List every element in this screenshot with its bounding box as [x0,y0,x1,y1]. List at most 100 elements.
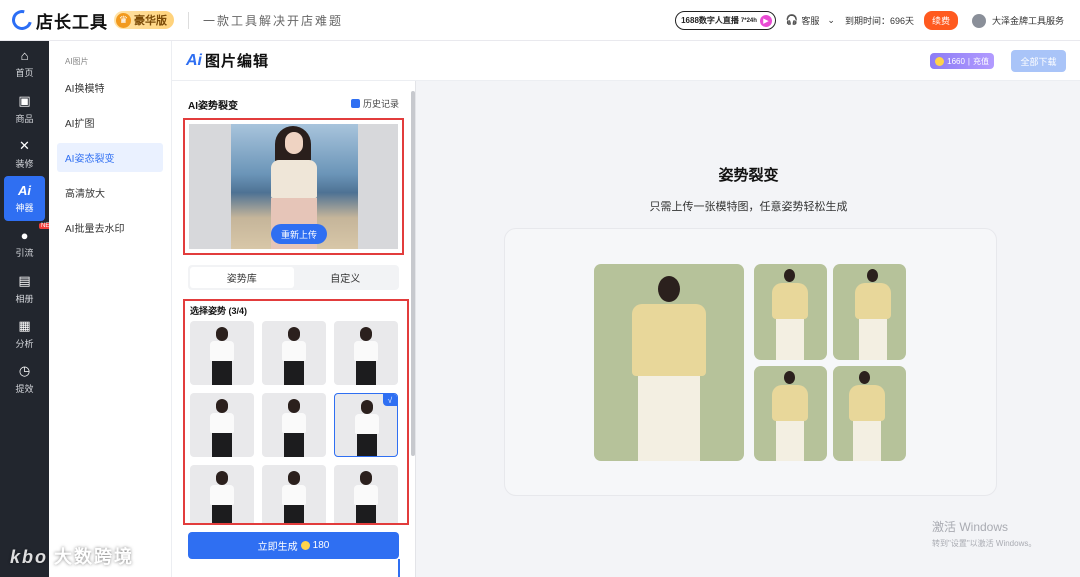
submenu-item-expand[interactable]: AI扩图 [57,108,163,137]
upload-area[interactable]: 重新上传 [183,118,404,255]
pose-thumbnail[interactable] [190,465,254,523]
nav-analysis[interactable]: ▦ 分析 [0,311,49,356]
home-icon: ⌂ [20,48,29,63]
example-image-pose-2 [833,264,906,360]
generate-button[interactable]: 立即生成 180 [188,532,399,559]
clock-icon: ◷ [18,362,31,378]
nav-efficiency[interactable]: ◷ 提效 [0,356,49,401]
recharge-link[interactable]: 充值 [973,56,989,67]
panel-edge-line [398,559,400,577]
avatar[interactable] [971,13,986,28]
pose-legs [356,361,376,385]
ai-icon: Ai [18,183,31,198]
nav-label: 分析 [15,338,34,349]
pose-head [288,471,300,485]
pose-body [282,341,306,361]
check-icon: √ [383,394,397,406]
pose-tabs: 姿势库 自定义 [188,265,399,290]
page-title-bar: Ai 图片编辑 1660 | 充值 全部下载 [172,41,1080,81]
pose-thumbnail[interactable] [262,465,326,523]
chevron-down-icon: ⌄ [827,15,835,25]
pose-thumbnail[interactable] [190,393,254,457]
windows-activation-watermark: 激活 Windows 转到"设置"以激活 Windows。 [932,518,1036,549]
reupload-button[interactable]: 重新上传 [271,224,327,244]
example-head [784,371,795,384]
nav-label: 提效 [15,383,34,394]
example-image-pose-3 [754,366,827,461]
example-image-pose-4 [833,366,906,461]
top-header: 店长工具 ♛ 豪华版 一款工具解决开店难题 1688数字人直播 7*24h ▶ … [0,0,1080,41]
nav-label: 装修 [15,158,34,169]
submenu-item-watermark[interactable]: AI批量去水印 [57,213,163,242]
play-icon: ▶ [759,14,772,27]
expiry-text: 到期时间：696天 [844,16,914,26]
vip-label: 豪华版 [134,15,167,27]
history-link[interactable]: 历史记录 [350,97,399,110]
example-top [849,385,885,421]
ai-logo-icon: Ai [186,51,202,69]
pose-thumbnail[interactable] [334,321,398,385]
uploaded-image-frame: 重新上传 [189,124,398,249]
pose-head [216,327,228,341]
goods-icon: ▣ [18,92,31,108]
nav-goods[interactable]: ▣ 商品 [0,86,49,131]
pose-selection-title: 选择姿势 (3/4) [190,306,248,316]
preview-title: 姿势裂变 [718,167,779,184]
example-image-pose-1 [754,264,827,360]
pose-thumbnail-selected[interactable]: √ [334,393,398,457]
submenu-group-title: AI图片 [65,57,89,66]
pose-selection-area: 选择姿势 (3/4) √ [183,299,409,525]
pose-body [282,485,306,505]
pose-thumbnail[interactable] [262,321,326,385]
example-skirt [853,421,881,461]
live-stream-button[interactable]: 1688数字人直播 7*24h ▶ [675,11,776,30]
nav-label: 相册 [15,293,34,304]
pose-body [210,413,234,433]
vip-badge: ♛ 豪华版 [114,11,174,29]
pose-thumbnail[interactable] [334,465,398,523]
example-head [658,276,680,302]
nav-ai-tools[interactable]: Ai 神器 [4,176,45,221]
logo[interactable]: 店长工具 ♛ 豪华版 [8,6,174,34]
preview-subtitle: 只需上传一张模特图，任意姿势轻松生成 [649,201,848,213]
account-name[interactable]: 大泽金牌工具服务 [992,14,1064,27]
submenu-item-change-model[interactable]: AI换模特 [57,73,163,102]
logo-icon [8,6,36,34]
tab-pose-library[interactable]: 姿势库 [190,267,294,288]
example-head [867,269,878,282]
live-label: 1688数字人直播 [681,16,739,25]
example-head [859,371,870,384]
brand-text: 大数跨境 [54,547,135,567]
submenu-item-pose[interactable]: AI姿态裂变 [57,143,163,172]
pose-thumbnail[interactable] [190,321,254,385]
service-label: 客服 [801,16,820,26]
nav-label: 引流 [15,248,34,258]
example-top [772,283,808,319]
pose-legs [284,361,304,385]
settings-panel: AI姿势裂变 历史记录 重新上传 姿势库 自定义 选择姿势 (3/4) √ 立即… [172,81,415,577]
generate-label: 立即生成 [257,542,298,553]
pose-body [354,341,378,361]
credit-balance[interactable]: 1660 | 充值 [930,53,994,69]
pose-body [282,413,306,433]
nav-album[interactable]: ▤ 相册 [0,266,49,311]
separator: | [967,56,970,66]
submenu-item-upscale[interactable]: 高清放大 [57,178,163,207]
tab-custom[interactable]: 自定义 [294,267,398,288]
album-icon: ▤ [18,272,31,288]
pose-thumbnail[interactable] [262,393,326,457]
analysis-icon: ▦ [18,317,31,333]
example-skirt [776,319,804,360]
photo-face [285,132,303,154]
nav-decorate[interactable]: ✕ 装修 [0,131,49,176]
pose-legs [357,434,377,456]
crown-icon: ♛ [116,12,131,28]
customer-service-link[interactable]: 🎧 客服 ⌄ [786,14,835,27]
download-all-button[interactable]: 全部下载 [1011,50,1066,72]
nav-traffic[interactable]: ● 引流 NEW [0,221,57,266]
nav-home[interactable]: ⌂ 首页 [0,41,49,86]
slogan: 一款工具解决开店难题 [188,11,343,29]
example-head [784,269,795,282]
logo-text: 店长工具 [36,12,108,32]
renew-button[interactable]: 续费 [923,11,958,30]
